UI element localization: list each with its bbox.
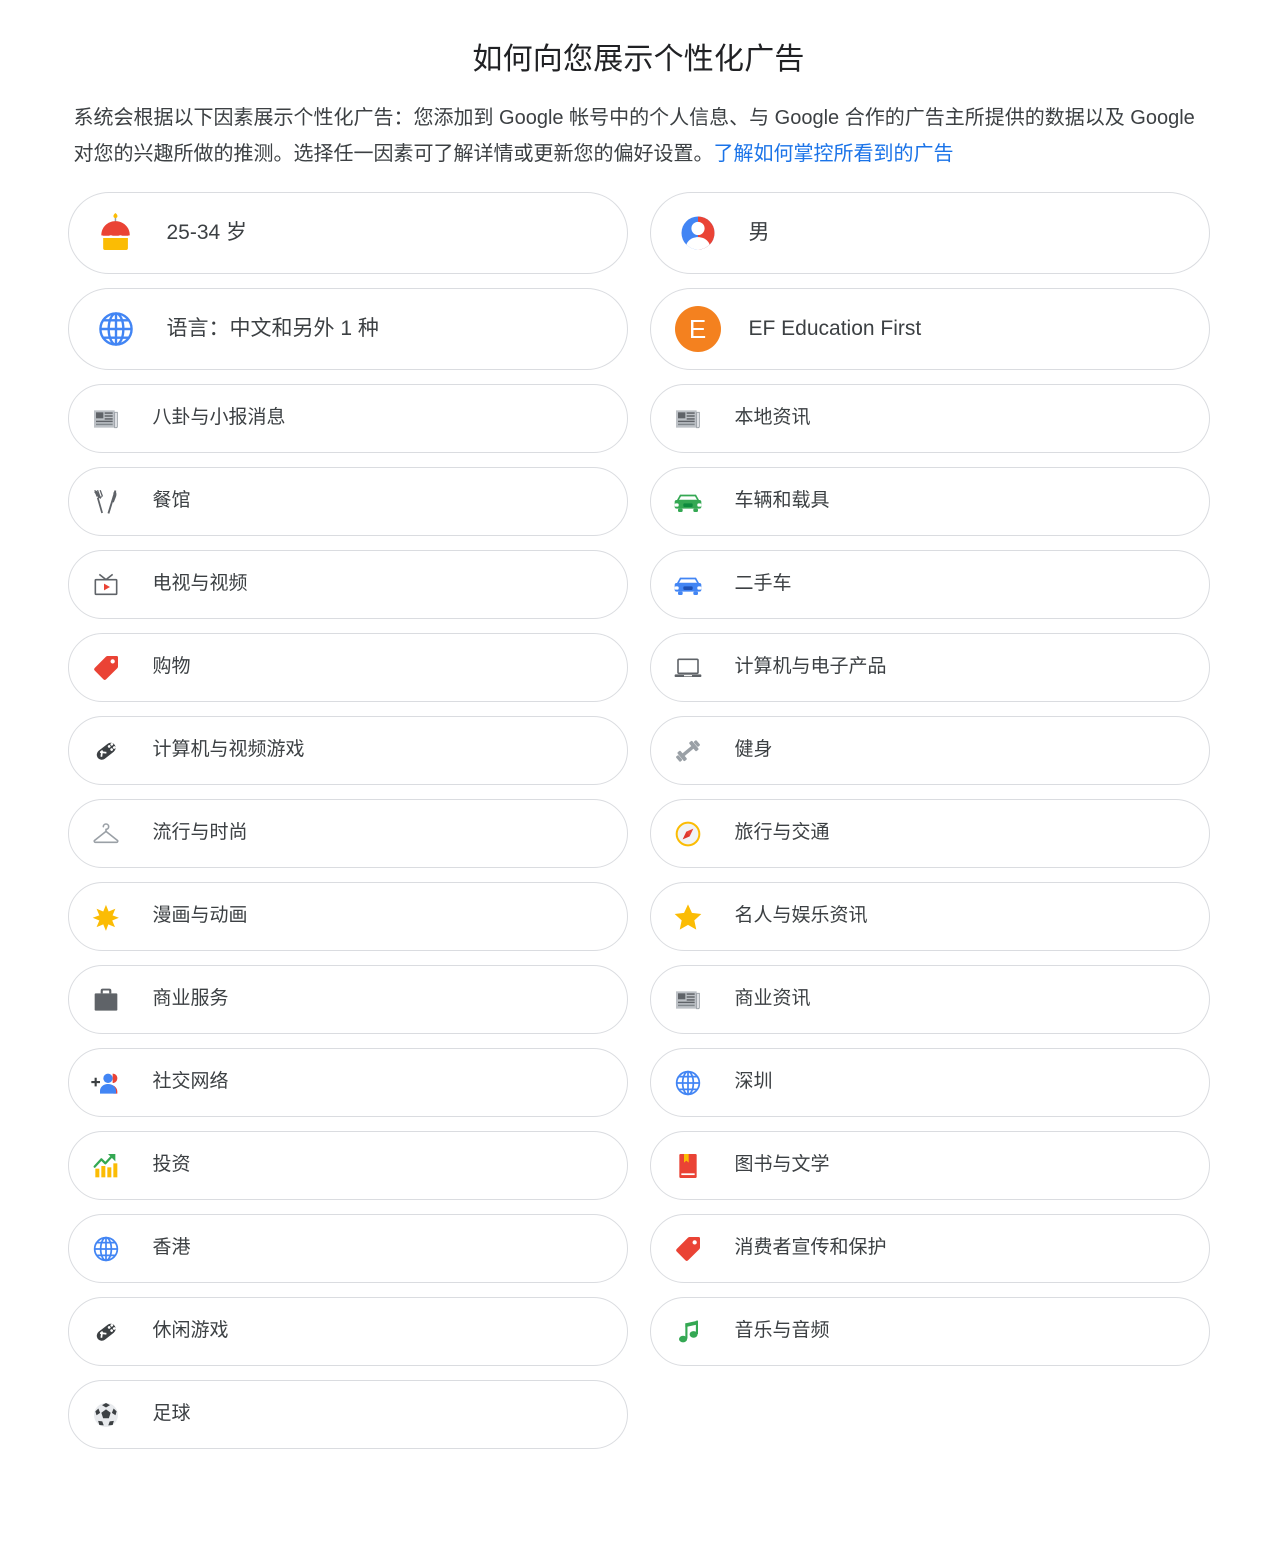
- birthday-cake-icon: [93, 210, 139, 256]
- factor-label: 休闲游戏: [152, 1320, 229, 1342]
- factor-card[interactable]: 音乐与音频: [649, 1297, 1210, 1366]
- factor-label: 电视与视频: [152, 573, 248, 595]
- growth-chart-icon: [89, 1149, 123, 1183]
- factor-label: 二手车: [734, 573, 792, 595]
- dumbbell-icon: [671, 734, 705, 768]
- factor-label: 购物: [152, 656, 191, 678]
- book-icon: [671, 1149, 705, 1183]
- factor-card[interactable]: 男: [649, 192, 1210, 274]
- intro-paragraph: 系统会根据以下因素展示个性化广告：您添加到 Google 帐号中的个人信息、与 …: [74, 100, 1204, 172]
- person-avatar-icon: [675, 210, 721, 256]
- factor-card[interactable]: 深圳: [649, 1048, 1210, 1117]
- newspaper-icon: [671, 402, 705, 436]
- factor-label: 流行与时尚: [152, 822, 248, 844]
- page-title: 如何向您展示个性化广告: [472, 43, 805, 76]
- compass-icon: [671, 817, 705, 851]
- factor-label: EF Education First: [748, 317, 922, 341]
- sparkle-star-icon: [89, 900, 123, 934]
- factor-card[interactable]: 旅行与交通: [649, 799, 1210, 868]
- factor-card[interactable]: 电视与视频: [67, 550, 628, 619]
- gamepad-icon: [89, 1315, 123, 1349]
- factor-label: 25-34 岁: [166, 221, 248, 245]
- factor-label: 消费者宣传和保护: [734, 1237, 887, 1259]
- factor-label: 社交网络: [152, 1071, 229, 1093]
- factor-label: 足球: [152, 1403, 191, 1425]
- factor-label: 计算机与视频游戏: [152, 739, 305, 761]
- factor-card[interactable]: 餐馆: [67, 467, 628, 536]
- factor-label: 男: [748, 221, 770, 245]
- factor-label: 名人与娱乐资讯: [734, 905, 868, 927]
- brand-avatar-letter: E: [674, 306, 721, 352]
- factor-label: 投资: [152, 1154, 191, 1176]
- factor-card[interactable]: 商业资讯: [649, 965, 1210, 1034]
- factor-card[interactable]: 本地资讯: [649, 384, 1210, 453]
- factor-card[interactable]: 健身: [649, 716, 1210, 785]
- factor-label: 餐馆: [152, 490, 191, 512]
- factor-card[interactable]: 计算机与电子产品: [649, 633, 1210, 702]
- factors-column-left: 25-34 岁语言：中文和另外 1 种八卦与小报消息 餐馆电视与视频购物计算机与视…: [67, 192, 639, 1463]
- briefcase-icon: [89, 983, 123, 1017]
- price-tag-icon: [89, 651, 123, 685]
- factor-card[interactable]: 二手车: [649, 550, 1210, 619]
- factor-card[interactable]: 香港: [67, 1214, 628, 1283]
- factors-column-right: 男 E EF Education First 本地资讯车辆和载具二手车计算机与电子产品…: [639, 192, 1210, 1463]
- factor-card[interactable]: 漫画与动画: [67, 882, 628, 951]
- factor-label: 语言：中文和另外 1 种: [166, 317, 379, 341]
- learn-how-to-control-ads-link[interactable]: 了解如何掌控所看到的广告: [714, 143, 954, 165]
- factor-label: 漫画与动画: [152, 905, 248, 927]
- factor-card[interactable]: 消费者宣传和保护: [649, 1214, 1210, 1283]
- add-person-icon: [89, 1066, 123, 1100]
- globe-icon: [93, 306, 139, 352]
- price-tag-icon: [671, 1232, 705, 1266]
- soccer-ball-icon: [89, 1398, 123, 1432]
- factor-label: 深圳: [734, 1071, 773, 1093]
- factor-card[interactable]: 流行与时尚: [67, 799, 628, 868]
- factor-card[interactable]: 八卦与小报消息: [67, 384, 628, 453]
- newspaper-icon: [89, 402, 123, 436]
- factor-label: 音乐与音频: [734, 1320, 830, 1342]
- factor-card[interactable]: 社交网络: [67, 1048, 628, 1117]
- car-blue-icon: [671, 568, 705, 602]
- personalized-ads-page: 如何向您展示个性化广告 系统会根据以下因素展示个性化广告：您添加到 Google…: [0, 0, 1277, 1463]
- television-icon: [89, 568, 123, 602]
- restaurant-icon: [89, 485, 123, 519]
- factor-card[interactable]: 商业服务: [67, 965, 628, 1034]
- factor-card[interactable]: 25-34 岁: [67, 192, 628, 274]
- factor-label: 车辆和载具: [734, 490, 830, 512]
- factor-card[interactable]: 图书与文学: [649, 1131, 1210, 1200]
- factor-label: 计算机与电子产品: [734, 656, 887, 678]
- factor-label: 商业服务: [152, 988, 229, 1010]
- star-icon: [671, 900, 705, 934]
- factor-label: 本地资讯: [734, 407, 811, 429]
- factor-card[interactable]: 休闲游戏: [67, 1297, 628, 1366]
- factor-card[interactable]: 名人与娱乐资讯: [649, 882, 1210, 951]
- intro-text: 系统会根据以下因素展示个性化广告：您添加到 Google 帐号中的个人信息、与 …: [73, 107, 1195, 165]
- factor-label: 旅行与交通: [734, 822, 830, 844]
- factor-label: 图书与文学: [734, 1154, 830, 1176]
- factor-label: 香港: [152, 1237, 191, 1259]
- factor-card[interactable]: 计算机与视频游戏: [67, 716, 628, 785]
- factor-card[interactable]: 语言：中文和另外 1 种: [67, 288, 628, 370]
- laptop-icon: [671, 651, 705, 685]
- car-green-icon: [671, 485, 705, 519]
- globe-icon: [89, 1232, 123, 1266]
- factor-label: 健身: [734, 739, 773, 761]
- factor-label: 八卦与小报消息: [152, 407, 286, 429]
- factor-label: 商业资讯: [734, 988, 811, 1010]
- music-note-icon: [671, 1315, 705, 1349]
- clothes-hanger-icon: [89, 817, 123, 851]
- newspaper-icon: [671, 983, 705, 1017]
- letter-avatar-E: E: [674, 306, 721, 352]
- factor-card[interactable]: E EF Education First: [649, 288, 1210, 370]
- factor-card[interactable]: 投资: [67, 1131, 628, 1200]
- factor-card[interactable]: 车辆和载具: [649, 467, 1210, 536]
- gamepad-icon: [89, 734, 123, 768]
- factor-card[interactable]: 足球: [67, 1380, 628, 1449]
- factors-grid: 25-34 岁语言：中文和另外 1 种八卦与小报消息 餐馆电视与视频购物计算机与视…: [67, 192, 1210, 1463]
- globe-icon: [671, 1066, 705, 1100]
- factor-card[interactable]: 购物: [67, 633, 628, 702]
